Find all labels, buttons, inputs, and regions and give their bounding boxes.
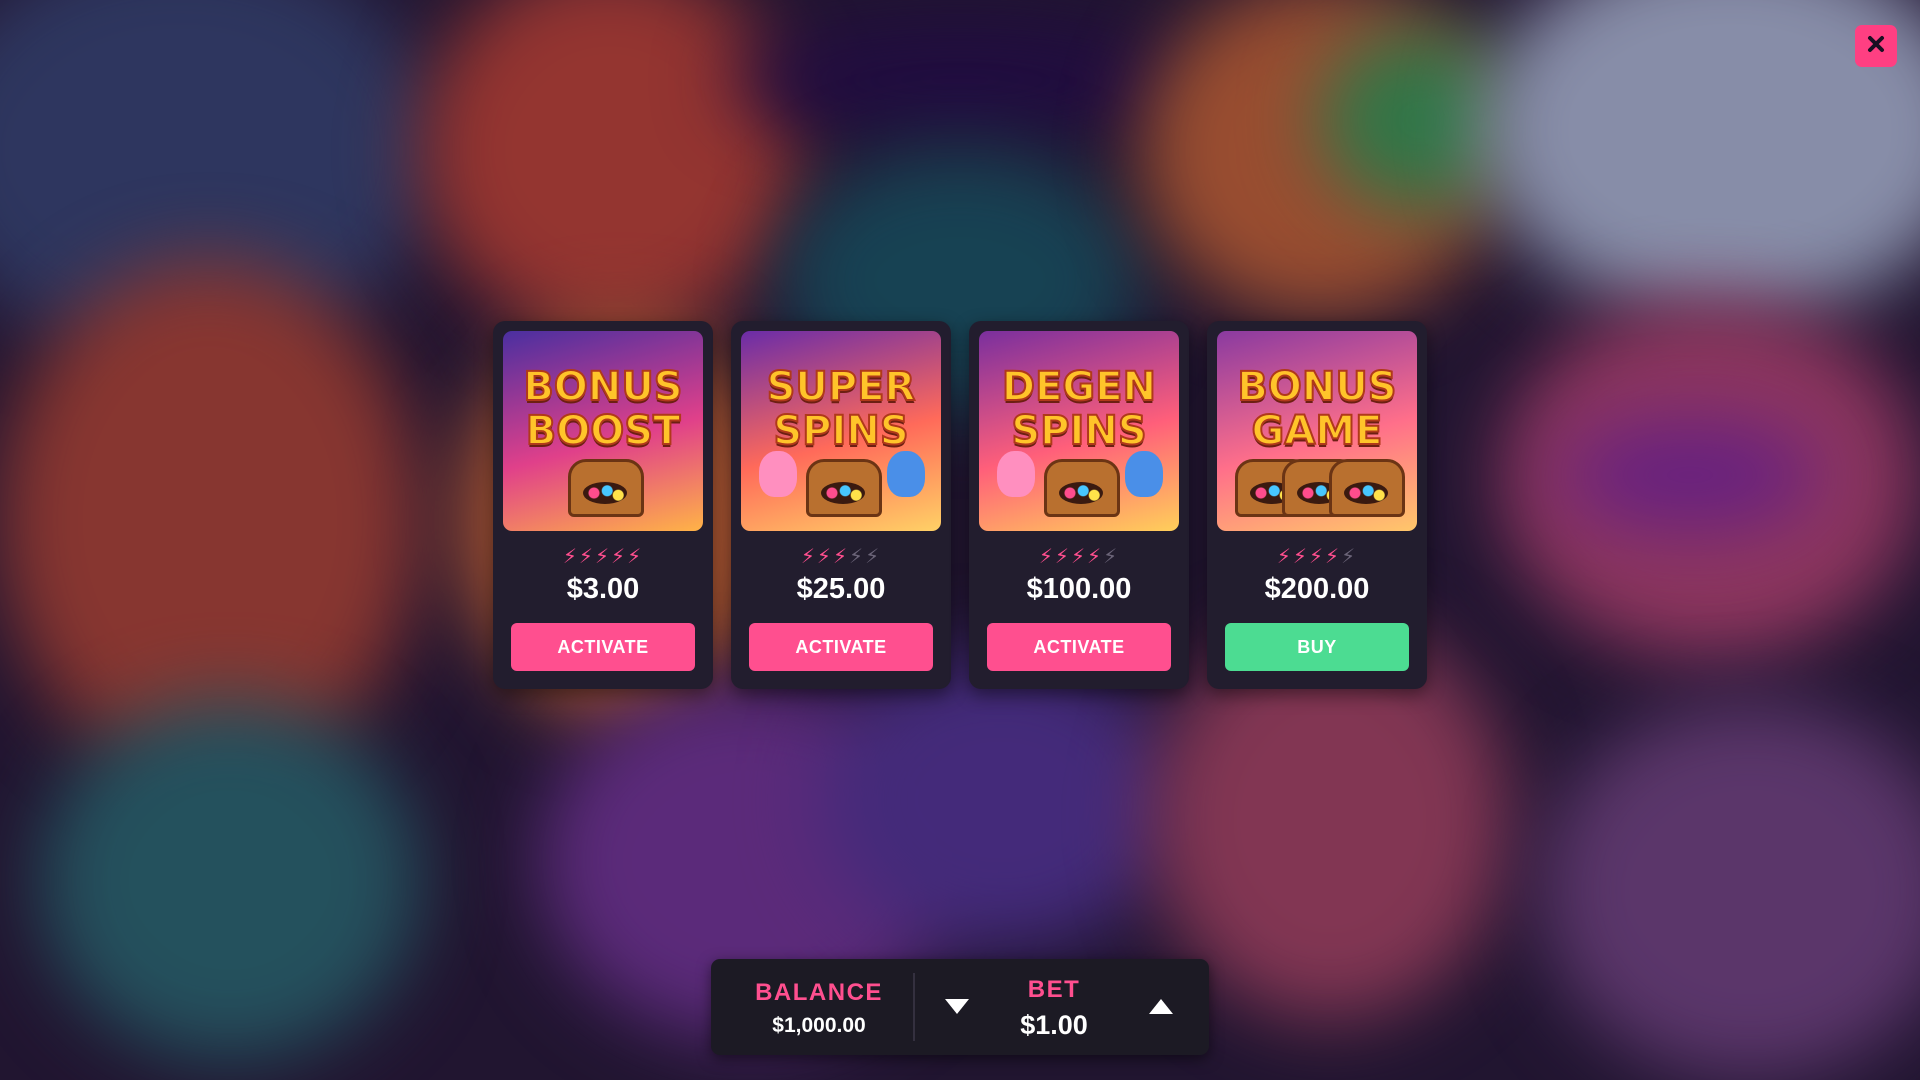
feature-card-bonus-boost: BONUS BOOST ⚡⚡⚡⚡⚡ $3.00 ACTIVATE: [493, 321, 713, 689]
feature-art-bonus-game: BONUS GAME: [1217, 331, 1417, 531]
blue-creature-icon: [887, 451, 925, 497]
lightning-icon: ⚡: [865, 544, 882, 568]
treasure-chest-icon: [1329, 459, 1405, 517]
lightning-icon: ⚡: [1038, 544, 1055, 568]
lightning-icon: ⚡: [1070, 544, 1088, 568]
bar-divider: [913, 973, 915, 1041]
feature-card-bonus-game: BONUS GAME ⚡⚡⚡⚡⚡ $200.00 BUY: [1207, 321, 1427, 689]
volatility-rating: ⚡⚡⚡⚡⚡: [731, 545, 951, 567]
bet-label: BET: [1027, 976, 1081, 1003]
volatility-rating: ⚡⚡⚡⚡⚡: [493, 545, 713, 567]
feature-art-super-spins: SUPER SPINS: [741, 331, 941, 531]
lightning-icon: ⚡: [1341, 544, 1358, 568]
close-button[interactable]: [1855, 25, 1897, 67]
balance-value: $1,000.00: [772, 1014, 866, 1037]
lightning-icon: ⚡: [1292, 544, 1309, 568]
bet-increase-button[interactable]: [1143, 991, 1179, 1027]
activate-button[interactable]: ACTIVATE: [749, 623, 933, 671]
pink-creature-icon: [759, 451, 797, 497]
volatility-rating: ⚡⚡⚡⚡⚡: [1207, 545, 1427, 567]
lightning-icon: ⚡: [611, 544, 628, 568]
lightning-icon: ⚡: [832, 544, 850, 568]
feature-art-title: BONUS BOOST: [522, 364, 683, 454]
activate-button[interactable]: ACTIVATE: [987, 623, 1171, 671]
lightning-icon: ⚡: [1308, 544, 1326, 568]
bet-value: $1.00: [1020, 1010, 1088, 1040]
feature-price: $200.00: [1264, 573, 1370, 605]
feature-card-super-spins: SUPER SPINS ⚡⚡⚡⚡⚡ $25.00 ACTIVATE: [731, 321, 951, 689]
feature-art-title: BONUS GAME: [1236, 364, 1397, 454]
lightning-icon: ⚡: [562, 544, 579, 568]
treasure-chest-icon: [1044, 459, 1120, 517]
lightning-icon: ⚡: [800, 544, 817, 568]
lightning-icon: ⚡: [1087, 544, 1104, 568]
lightning-icon: ⚡: [816, 544, 833, 568]
feature-art-title: DEGEN SPINS: [1001, 364, 1157, 454]
feature-price: $3.00: [566, 573, 640, 605]
treasure-chest-icon: [568, 459, 644, 517]
balance-label: BALANCE: [755, 979, 883, 1006]
balance-bet-bar: BALANCE $1,000.00 BET $1.00: [711, 959, 1209, 1055]
feature-card-degen-spins: DEGEN SPINS ⚡⚡⚡⚡⚡ $100.00 ACTIVATE: [969, 321, 1189, 689]
feature-price: $100.00: [1026, 573, 1132, 605]
activate-button[interactable]: ACTIVATE: [511, 623, 695, 671]
lightning-icon: ⚡: [578, 544, 595, 568]
triangle-down-icon: [945, 999, 969, 1019]
pink-creature-icon: [997, 451, 1035, 497]
lightning-icon: ⚡: [1325, 544, 1342, 568]
buy-button[interactable]: BUY: [1225, 623, 1409, 671]
close-icon: [1866, 34, 1886, 58]
feature-art-bonus-boost: BONUS BOOST: [503, 331, 703, 531]
triangle-up-icon: [1149, 999, 1173, 1019]
lightning-icon: ⚡: [594, 544, 612, 568]
blue-creature-icon: [1125, 451, 1163, 497]
lightning-icon: ⚡: [1103, 544, 1120, 568]
blurred-game-background: [0, 0, 1920, 1080]
feature-art-degen-spins: DEGEN SPINS: [979, 331, 1179, 531]
feature-price: $25.00: [796, 573, 886, 605]
lightning-icon: ⚡: [849, 544, 866, 568]
feature-art-title: SUPER SPINS: [766, 364, 917, 454]
treasure-chest-icon: [806, 459, 882, 517]
bet-decrease-button[interactable]: [939, 991, 975, 1027]
lightning-icon: ⚡: [1054, 544, 1071, 568]
lightning-icon: ⚡: [627, 544, 644, 568]
lightning-icon: ⚡: [1276, 544, 1293, 568]
volatility-rating: ⚡⚡⚡⚡⚡: [969, 545, 1189, 567]
